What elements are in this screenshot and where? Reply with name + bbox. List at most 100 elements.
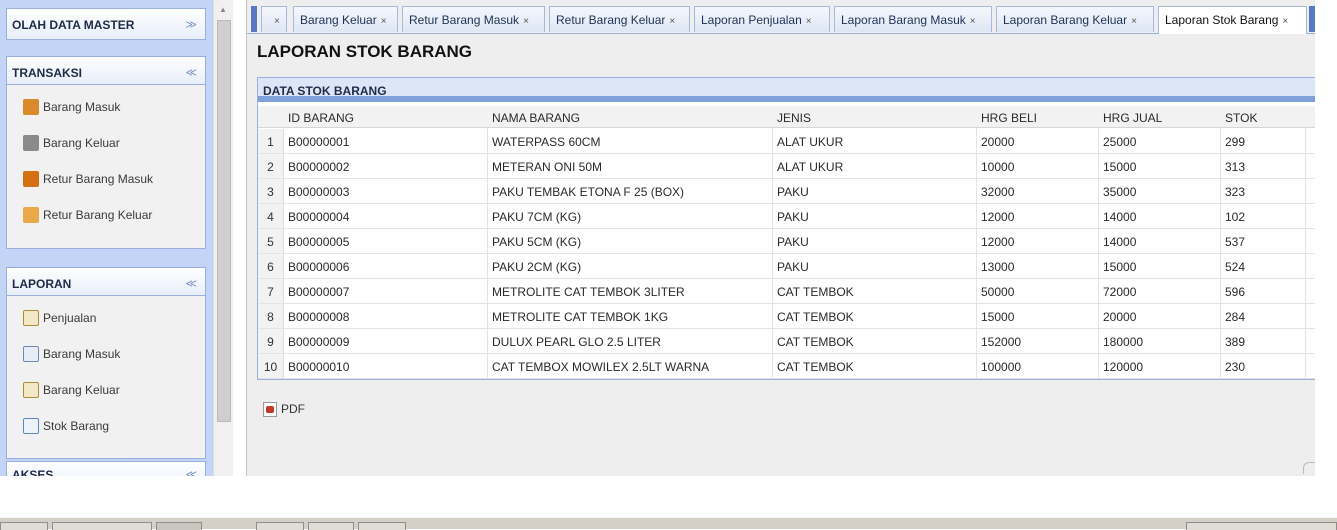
column-header-nama[interactable]: NAMA BARANG [492, 111, 580, 125]
column-divider [1305, 128, 1306, 379]
close-icon[interactable]: × [669, 16, 675, 27]
table-row[interactable]: 1 B00000001 WATERPASS 60CM ALAT UKUR 20000 25… [258, 129, 1317, 154]
cell-id: B00000006 [288, 260, 350, 274]
box-return-icon [23, 171, 39, 187]
cell-nama: WATERPASS 60CM [492, 135, 601, 149]
close-icon[interactable]: × [970, 16, 976, 27]
column-header-id[interactable]: ID BARANG [288, 111, 354, 125]
cell-jenis: PAKU [777, 235, 809, 249]
tab-retur-barang-masuk[interactable]: Retur Barang Masuk × [402, 6, 545, 32]
row-number: 10 [258, 354, 284, 378]
taskbar [0, 517, 1337, 530]
menu-item-laporan-barang-keluar[interactable]: Barang Keluar [23, 380, 120, 400]
cell-jenis: PAKU [777, 260, 809, 274]
truck-icon [23, 99, 39, 115]
table-row[interactable]: 4 B00000004 PAKU 7CM (KG) PAKU 12000 14000 102 [258, 204, 1317, 229]
tab-retur-barang-keluar[interactable]: Retur Barang Keluar × [549, 6, 690, 32]
column-divider [1220, 128, 1221, 379]
tab-bar: × Barang Keluar × Retur Barang Masuk × Ret… [247, 0, 1316, 34]
cell-beli: 20000 [981, 135, 1015, 149]
menu-item-retur-barang-masuk[interactable]: Retur Barang Masuk [23, 169, 153, 189]
collapse-icon[interactable]: ≪ [185, 277, 197, 290]
row-number: 7 [258, 279, 284, 303]
report-icon [23, 382, 39, 398]
menu-item-penjualan[interactable]: Penjualan [23, 308, 96, 328]
tab-laporan-barang-keluar[interactable]: Laporan Barang Keluar × [996, 6, 1154, 32]
menu-item-retur-barang-keluar[interactable]: Retur Barang Keluar [23, 205, 152, 225]
cell-id: B00000008 [288, 310, 350, 324]
sidebar-scrollbar[interactable]: ▲ [213, 0, 233, 476]
cell-beli: 12000 [981, 235, 1015, 249]
row-number: 1 [258, 129, 284, 153]
table-row[interactable]: 6 B00000006 PAKU 2CM (KG) PAKU 13000 15000 524 [258, 254, 1317, 279]
column-divider [1098, 128, 1099, 379]
menu-item-laporan-barang-masuk[interactable]: Barang Masuk [23, 344, 120, 364]
pdf-label: PDF [281, 402, 305, 416]
cell-jual: 14000 [1103, 235, 1137, 249]
table-row[interactable]: 7 B00000007 METROLITE CAT TEMBOK 3LITER CAT… [258, 279, 1317, 304]
truck-out-icon [23, 135, 39, 151]
close-icon[interactable]: × [1282, 16, 1288, 27]
page-title: LAPORAN STOK BARANG [257, 42, 473, 61]
column-header-hrg-jual[interactable]: HRG JUAL [1103, 111, 1162, 125]
cell-jual: 20000 [1103, 310, 1137, 324]
row-number: 9 [258, 329, 284, 353]
menu-item-barang-masuk[interactable]: Barang Masuk [23, 97, 120, 117]
collapse-icon[interactable]: ≪ [185, 468, 197, 476]
panel-header-olah-data-master[interactable]: OLAH DATA MASTER ≫ [7, 9, 205, 39]
cell-beli: 15000 [981, 310, 1015, 324]
expand-icon[interactable]: ≫ [185, 18, 197, 31]
cell-nama: CAT TEMBOX MOWILEX 2.5LT WARNA [492, 360, 710, 374]
tab-label: Laporan Barang Masuk [841, 13, 966, 27]
table-row[interactable]: 9 B00000009 DULUX PEARL GLO 2.5 LITER CAT T… [258, 329, 1317, 354]
column-header-stok[interactable]: STOK [1225, 111, 1257, 125]
close-icon[interactable]: × [274, 16, 280, 27]
tab-laporan-penjualan[interactable]: Laporan Penjualan × [694, 6, 830, 32]
tab-barang-keluar[interactable]: Barang Keluar × [293, 6, 398, 32]
panel-header-transaksi[interactable]: TRANSAKSI ≪ [7, 57, 205, 85]
panel-header-akses[interactable]: AKSES ≪ [7, 462, 205, 476]
scrollbar-thumb[interactable] [217, 20, 231, 422]
cell-beli: 13000 [981, 260, 1015, 274]
cell-id: B00000009 [288, 335, 350, 349]
cell-stok: 323 [1225, 185, 1246, 199]
report-icon [23, 310, 39, 326]
cell-nama: PAKU 2CM (KG) [492, 260, 582, 274]
tab-laporan-barang-masuk[interactable]: Laporan Barang Masuk × [834, 6, 992, 32]
close-icon[interactable]: × [381, 16, 387, 27]
cell-id: B00000007 [288, 285, 350, 299]
cell-jenis: CAT TEMBOK [777, 310, 854, 324]
menu-item-stok-barang[interactable]: Stok Barang [23, 416, 109, 436]
table-row[interactable]: 3 B00000003 PAKU TEMBAK ETONA F 25 (BOX) PA… [258, 179, 1317, 204]
table-row[interactable]: 2 B00000002 METERAN ONI 50M ALAT UKUR 10000 1… [258, 154, 1317, 179]
pdf-export-button[interactable]: PDF [263, 400, 305, 418]
tab-label: Retur Barang Masuk [409, 13, 520, 27]
cell-jual: 120000 [1103, 360, 1144, 374]
menu-item-label: Retur Barang Keluar [43, 208, 153, 222]
close-icon[interactable]: × [806, 16, 812, 27]
close-icon[interactable]: × [523, 16, 529, 27]
table-row[interactable]: 5 B00000005 PAKU 5CM (KG) PAKU 12000 14000 537 [258, 229, 1317, 254]
tab-label: Laporan Barang Keluar [1003, 13, 1128, 27]
table-row[interactable]: 10 B00000010 CAT TEMBOX MOWILEX 2.5LT WARN… [258, 354, 1317, 379]
scroll-up-icon[interactable]: ▲ [219, 5, 227, 14]
resize-handle[interactable] [1303, 462, 1315, 474]
close-icon[interactable]: × [1131, 16, 1137, 27]
row-number: 4 [258, 204, 284, 228]
cell-stok: 299 [1225, 135, 1246, 149]
cell-nama: PAKU TEMBAK ETONA F 25 (BOX) [492, 185, 685, 199]
panel-header-laporan[interactable]: LAPORAN ≪ [7, 268, 205, 296]
tab-hidden[interactable]: × [261, 6, 287, 32]
tab-laporan-stok-barang[interactable]: Laporan Stok Barang × [1158, 6, 1307, 34]
cell-jenis: ALAT UKUR [777, 135, 844, 149]
cell-jual: 35000 [1103, 185, 1137, 199]
cell-id: B00000005 [288, 235, 350, 249]
cell-nama: PAKU 5CM (KG) [492, 235, 582, 249]
column-header-jenis[interactable]: JENIS [777, 111, 811, 125]
cell-jenis: ALAT UKUR [777, 160, 844, 174]
cell-stok: 389 [1225, 335, 1246, 349]
column-header-hrg-beli[interactable]: HRG BELI [981, 111, 1037, 125]
menu-item-barang-keluar[interactable]: Barang Keluar [23, 133, 120, 153]
table-row[interactable]: 8 B00000008 METROLITE CAT TEMBOK 1KG CAT TE… [258, 304, 1317, 329]
collapse-icon[interactable]: ≪ [185, 66, 197, 79]
